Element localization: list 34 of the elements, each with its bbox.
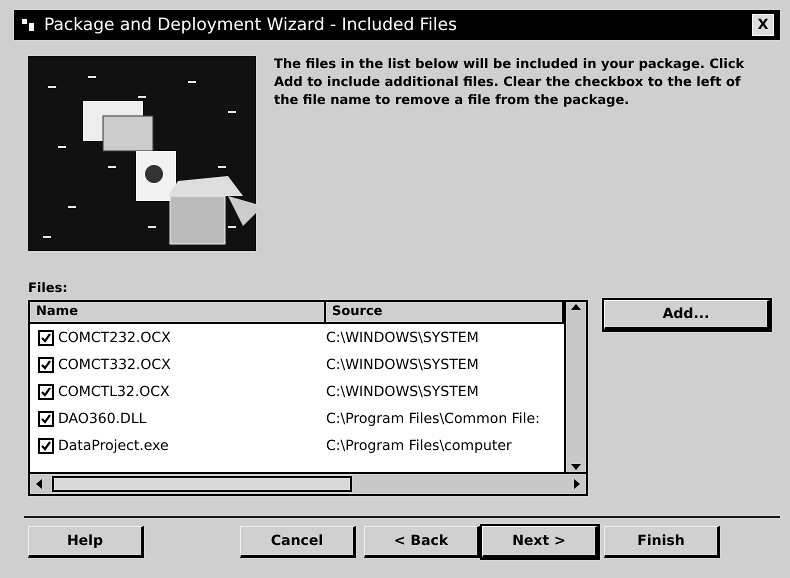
checkbox[interactable] [38,410,54,426]
table-cell-text: C:\WINDOWS\SYSTEM [326,384,480,400]
table-cell-text: C:\Program Files\Common File: [326,410,541,426]
column-header[interactable]: Name [30,302,326,322]
table-cell: DataProject.exe [58,438,169,454]
table-cell: COMCT232.OCX [58,330,171,346]
window-title: Package and Deployment Wizard - Included Files [44,15,458,35]
vertical-scrollbar[interactable] [564,302,586,472]
files-label: Files: [28,281,68,296]
wizard-button[interactable]: Cancel [240,526,356,558]
instruction-text: The files in the list below will be included in your package. Click Add to include additional files. Clear the checkbox to the left of the file name to remove a file from the package. [274,56,746,110]
scroll-left-icon[interactable] [34,479,44,489]
checkbox[interactable] [38,356,54,372]
checkbox[interactable] [38,384,54,400]
table-cell: COMCTL32.OCX [58,384,170,400]
wizard-button[interactable]: Help [28,526,144,558]
app-icon [20,17,36,33]
wizard-button[interactable]: < Back [364,526,480,558]
scroll-right-icon[interactable] [572,479,582,489]
table-cell: COMCT332.OCX [58,356,171,372]
scroll-up-icon[interactable] [571,302,581,312]
add-button[interactable]: Add... [604,300,770,330]
checkbox[interactable] [38,438,54,454]
file-list[interactable]: Name Source COMCT232.OCX C:\WINDOWS\SYSTEM COMCT332.OCX C:\WINDOWS\SYSTEM COMCTL32.OCX C:\WINDOWS\SYSTEM DAO360.DLL C:\Program Files\Common File: DataProject.exe C:\Program Files\computer [28,300,588,496]
table-cell-text: C:\WINDOWS\SYSTEM [326,330,480,346]
table-cell-text: C:\Program Files\computer [326,438,513,454]
table-cell: DAO360.DLL [58,410,146,426]
close-button[interactable]: X [752,14,774,36]
wizard-button[interactable]: Next > [482,526,598,558]
checkbox[interactable] [38,330,54,346]
scroll-thumb[interactable] [52,476,352,492]
wizard-button[interactable]: Finish [604,526,720,558]
horizontal-scrollbar[interactable] [30,472,586,494]
table-cell-text: C:\WINDOWS\SYSTEM [326,356,480,372]
